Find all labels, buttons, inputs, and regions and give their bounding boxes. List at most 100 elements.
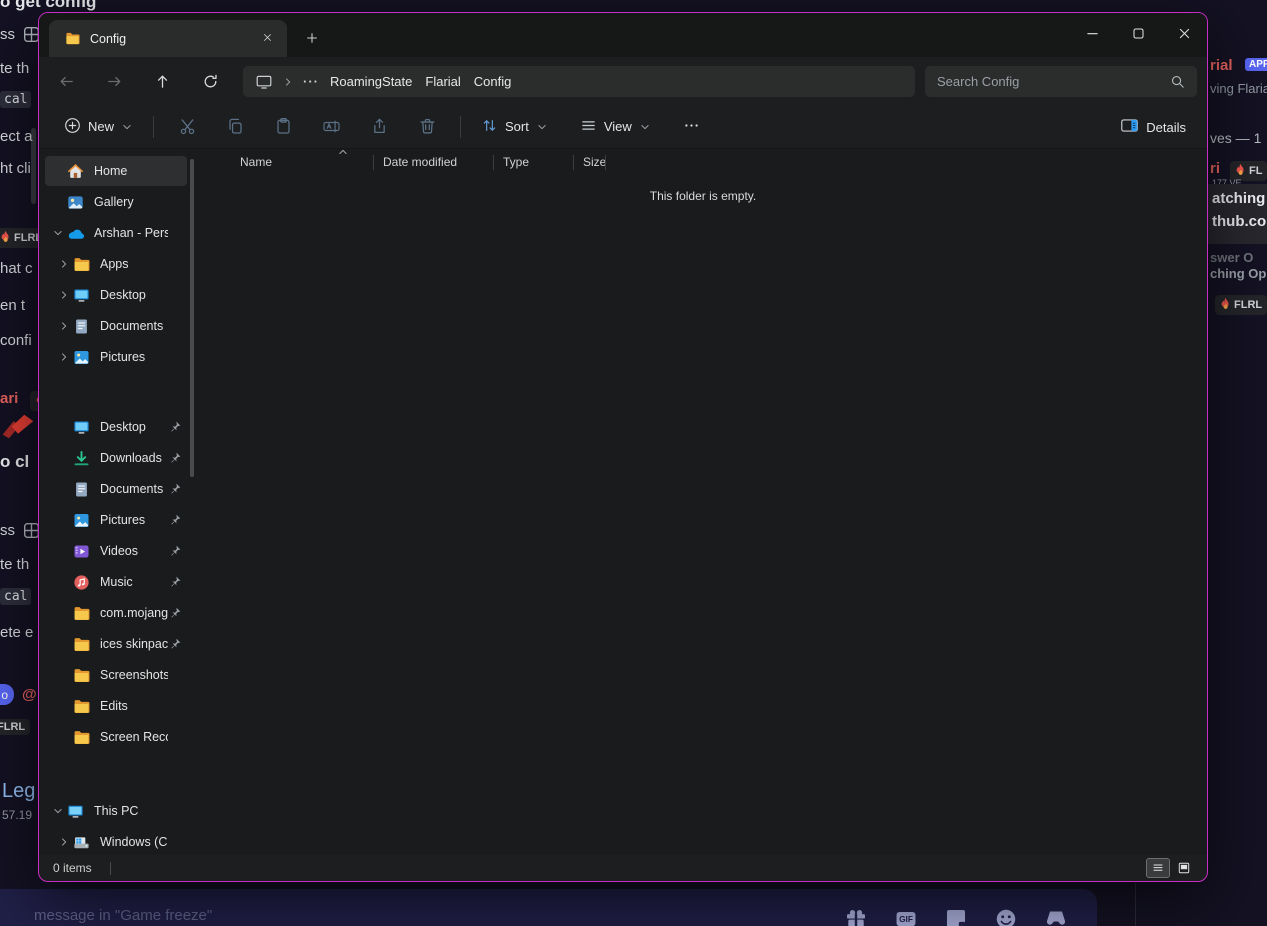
column-header-date-modified[interactable]: Date modified [374,149,494,175]
close-icon [262,31,273,46]
plus-icon [305,31,319,48]
sidebar-item-com-mojang[interactable]: com.mojang [45,598,187,628]
navigation-pane: Home Gallery Arshan - Per Apps Desktop D… [39,149,199,855]
discord-gif[interactable]: GIF [895,908,917,926]
username-fragment: ari [0,390,19,407]
sidebar-item-home[interactable]: Home [45,156,187,186]
chevron-right-icon[interactable] [55,351,72,363]
see-more-button[interactable] [674,110,709,144]
toolbar-paste[interactable] [261,110,305,144]
tab-close-button[interactable] [255,27,279,51]
nav-up[interactable] [145,64,179,98]
sidebar-item-apps[interactable]: Apps [45,249,187,279]
window-close[interactable] [1161,13,1207,53]
item-count: 0 items [53,861,92,875]
folder-icon [72,635,91,654]
toolbar-delete[interactable] [405,110,449,144]
column-header-name[interactable]: Name [231,149,374,175]
sidebar-item-this-pc[interactable]: This PC [45,796,187,826]
sidebar-item-arshan-person[interactable]: Arshan - Person [45,218,187,248]
breadcrumb-label[interactable]: Flarial [423,73,462,90]
chat-message-fragment: o cl [0,452,30,471]
column-header-type[interactable]: Type [494,149,574,175]
pin-icon [168,451,183,465]
sidebar-item-downloads[interactable]: Downloads [45,443,187,473]
sidebar-scrollbar[interactable] [190,159,194,477]
chat-message-fragment: swer O [1210,250,1254,265]
nav-refresh[interactable] [193,64,227,98]
view-toggle-list-view[interactable] [1146,858,1170,878]
search-input[interactable]: Search Config [925,66,1197,97]
chevron-down-icon [639,121,651,133]
new-button[interactable]: New [55,110,142,144]
toolbar-share[interactable] [357,110,401,144]
view-toggle-group [1146,858,1196,878]
window-maximize[interactable] [1115,13,1161,53]
videos-icon [72,542,91,561]
sidebar-item-screen-recordin[interactable]: Screen Recordin [45,722,187,752]
view-toggle-thumb-view[interactable] [1172,858,1196,878]
sidebar-item-gallery[interactable]: Gallery [45,187,187,217]
link-fragment[interactable]: thub.co [1212,213,1266,230]
sidebar-item-music[interactable]: Music [45,567,187,597]
sidebar-item-ices-skinpack[interactable]: ices skinpack [45,629,187,659]
navigation-bar: ··· RoamingState Flarial Config Search C… [39,57,1207,105]
view-button[interactable]: View [571,110,660,144]
sidebar-item-documents[interactable]: Documents [45,311,187,341]
breadcrumb-segment-config: Config [472,73,514,90]
chevron-down-icon[interactable] [49,227,66,239]
breadcrumb-label[interactable]: RoamingState [328,73,414,90]
message-input-placeholder: message in "Game freeze" [34,907,213,924]
embed-meta-fragment: 57.19 [2,808,33,822]
status-divider [109,861,111,875]
member-count-fragment: ves — 1 [1210,130,1262,146]
chevron-down-icon[interactable] [49,805,66,817]
pictures-icon [72,511,91,530]
mention-pill[interactable]: o [0,684,14,705]
music-icon [72,573,91,592]
toolbar-rename[interactable] [309,110,353,144]
sidebar-item-videos[interactable]: Videos [45,536,187,566]
nav-back[interactable] [49,64,83,98]
downloads-icon [72,449,91,468]
sidebar-item-pictures[interactable]: Pictures [45,505,187,535]
sidebar-item-desktop[interactable]: Desktop [45,280,187,310]
sidebar-item-pictures[interactable]: Pictures [45,342,187,372]
window-body: Home Gallery Arshan - Per Apps Desktop D… [39,149,1207,855]
sidebar-item-screenshots[interactable]: Screenshots [45,660,187,690]
window-minimize[interactable] [1069,13,1115,53]
inline-code-fragment: cal [0,91,32,108]
sort-button[interactable]: Sort [472,110,557,144]
details-pane-button[interactable]: Details [1111,110,1195,144]
breadcrumb-label[interactable]: Config [472,73,514,90]
discord-sticker[interactable] [945,908,967,926]
sidebar-item-windows-(c:)[interactable]: Windows (C:) [45,827,187,855]
search-icon[interactable] [1170,74,1185,89]
discord-gift[interactable] [845,908,867,926]
new-tab-button[interactable] [299,26,325,52]
pin-icon [168,606,183,620]
discord-game[interactable] [1045,908,1067,926]
breadcrumb-overflow-button[interactable]: ··· [303,74,319,89]
address-bar[interactable]: ··· RoamingState Flarial Config [243,66,915,97]
sidebar-item-documents[interactable]: Documents [45,474,187,504]
inline-code-fragment: cal [0,588,32,605]
embed-title-fragment[interactable]: Leg [2,780,35,803]
toolbar-cut[interactable] [165,110,209,144]
toolbar-copy[interactable] [213,110,257,144]
chevron-right-icon[interactable] [55,836,72,848]
chevron-right-icon[interactable] [55,320,72,332]
chevron-down-icon [536,121,548,133]
sidebar-item-desktop[interactable]: Desktop [45,412,187,442]
sidebar-item-edits[interactable]: Edits [45,691,187,721]
chevron-right-icon[interactable] [55,289,72,301]
tab-config[interactable]: Config [49,20,287,57]
chevron-right-icon [282,76,294,88]
documents-icon [72,317,91,336]
nav-forward[interactable] [97,64,131,98]
monitor-icon[interactable] [255,73,273,91]
column-header-size[interactable]: Size [574,149,607,175]
chevron-right-icon[interactable] [55,258,72,270]
discord-emoji[interactable] [995,908,1017,926]
folder-icon [72,604,91,623]
